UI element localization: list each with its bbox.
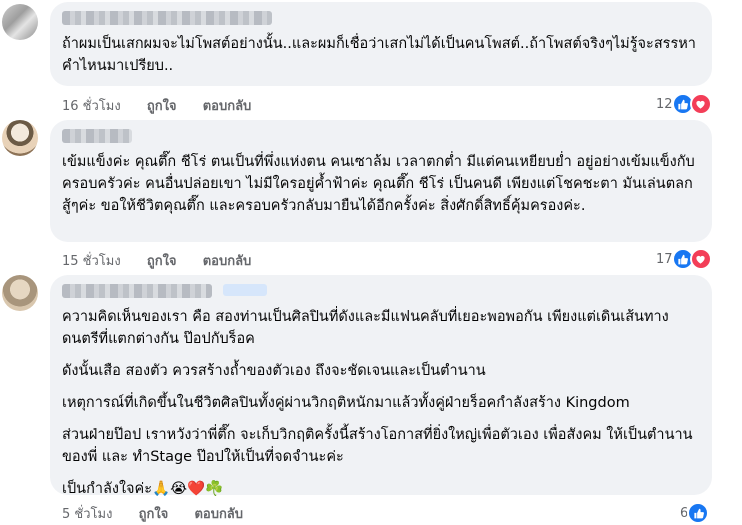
comment-timestamp[interactable]: 15 ชั่วโมง <box>62 250 121 271</box>
reaction-summary[interactable]: 12 <box>652 92 714 116</box>
comment-paragraph: ส่วนฝ่ายป๊อป เราหวังว่าพี่ตึ๊ก จะเก็บวิก… <box>62 427 693 465</box>
comment-paragraph: ดังนั้นเสือ สองตัว ควรสร้างถ้ำของตัวเอง … <box>62 363 486 379</box>
reply-button[interactable]: ตอบกลับ <box>203 95 252 116</box>
comment-bubble: ถ้าผมเป็นเสกผมจะไม่โพสต์อย่างนั้น..และผม… <box>50 2 712 86</box>
comment-actions: 5 ชั่วโมง ถูกใจ ตอบกลับ <box>62 503 265 524</box>
like-icon <box>687 502 710 524</box>
author-name-redacted[interactable] <box>62 284 700 298</box>
reply-button[interactable]: ตอบกลับ <box>194 503 243 524</box>
author-name-redacted[interactable] <box>62 129 132 143</box>
author-name-redacted[interactable] <box>62 11 272 25</box>
comment-actions: 16 ชั่วโมง ถูกใจ ตอบกลับ <box>62 95 273 116</box>
like-button[interactable]: ถูกใจ <box>139 503 169 524</box>
comment-text: ถ้าผมเป็นเสกผมจะไม่โพสต์อย่างนั้น..และผม… <box>62 36 696 74</box>
reaction-summary[interactable]: 17 <box>652 247 714 271</box>
comment-paragraph: เหตุการณ์ที่เกิดขึ้นในชีวิตศิลปินทั้งคู่… <box>62 395 630 411</box>
comment-paragraph: ความคิดเห็นของเรา คือ สองท่านเป็นศิลปินท… <box>62 309 669 347</box>
love-icon <box>689 93 712 115</box>
comment-text: เข้มแข็งค่ะ คุณตึ๊ก ชีโร่ ตนเป็นที่พึ่งแ… <box>62 154 695 214</box>
reaction-count: 12 <box>656 96 673 112</box>
comment-timestamp[interactable]: 16 ชั่วโมง <box>62 95 121 116</box>
like-button[interactable]: ถูกใจ <box>147 95 177 116</box>
reaction-count: 17 <box>656 251 673 267</box>
avatar[interactable] <box>2 120 38 156</box>
comment-bubble: เข้มแข็งค่ะ คุณตึ๊ก ชีโร่ ตนเป็นที่พึ่งแ… <box>50 120 712 242</box>
avatar[interactable] <box>2 4 38 40</box>
comment-actions: 15 ชั่วโมง ถูกใจ ตอบกลับ <box>62 250 273 271</box>
comment-paragraph: เป็นกำลังใจค่ะ🙏😭❤️☘️ <box>62 481 224 497</box>
reply-button[interactable]: ตอบกลับ <box>203 250 252 271</box>
like-button[interactable]: ถูกใจ <box>147 250 177 271</box>
love-icon <box>689 248 712 270</box>
reaction-summary[interactable]: 6 <box>676 501 712 525</box>
avatar[interactable] <box>2 275 38 311</box>
comment-timestamp[interactable]: 5 ชั่วโมง <box>62 503 112 524</box>
comment-bubble: ความคิดเห็นของเรา คือ สองท่านเป็นศิลปินท… <box>50 275 712 497</box>
